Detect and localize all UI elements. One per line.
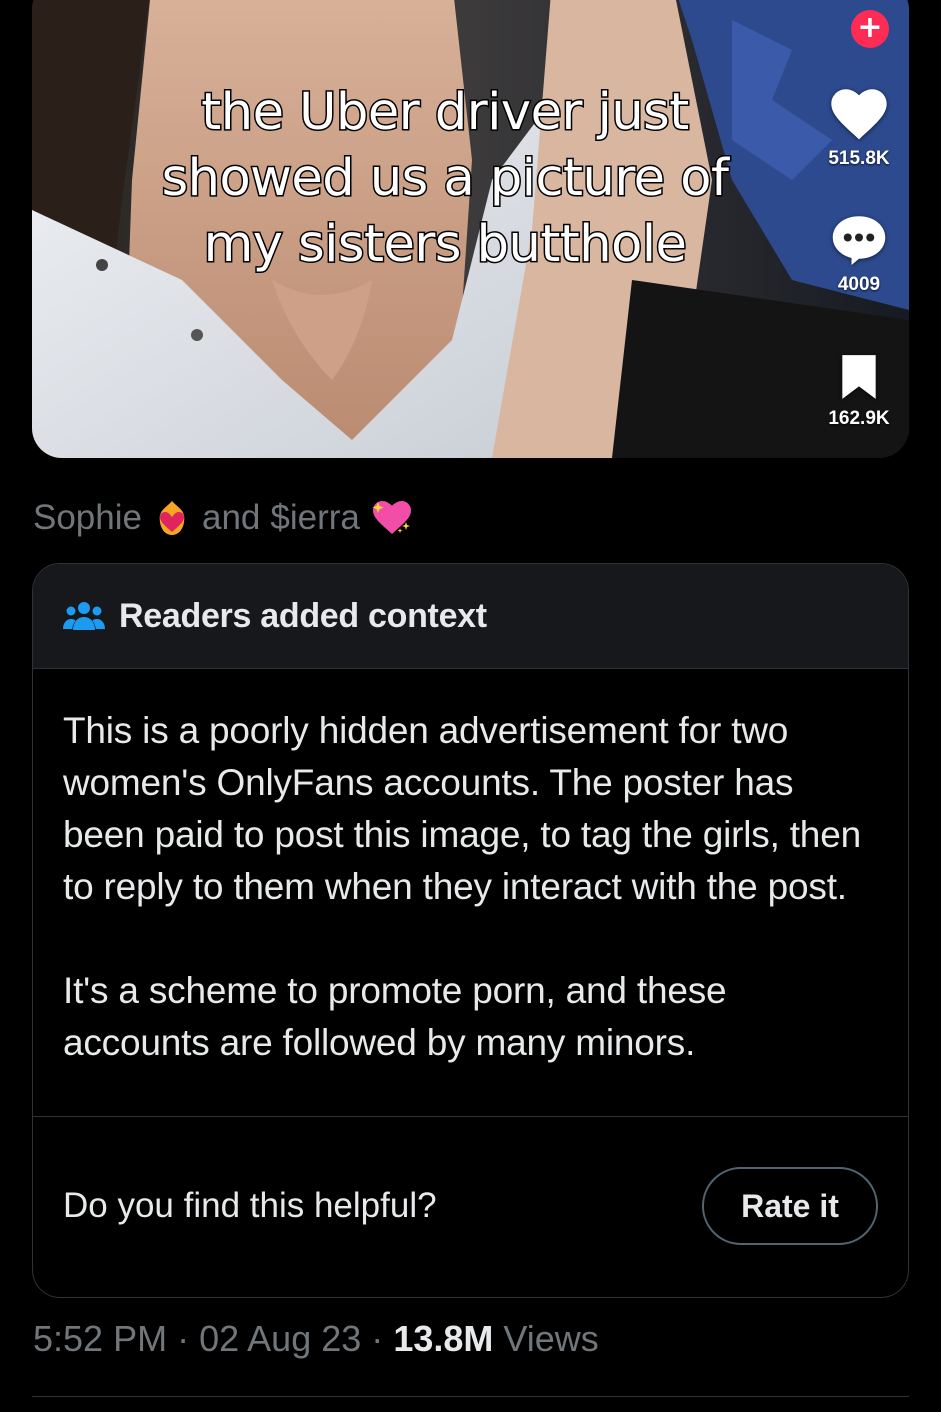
caption-line-3: my sisters butthole	[202, 214, 688, 276]
tweet-detail: the Uber driver just showed us a picture…	[0, 0, 941, 1412]
tag-sierra[interactable]: $ierra	[270, 498, 359, 538]
tag-joiner: and	[201, 498, 261, 537]
people-group-icon	[63, 602, 105, 630]
meta-separator: ·	[371, 1318, 384, 1359]
bookmark-icon	[842, 355, 876, 399]
sparkling-heart-emoji-icon	[372, 501, 411, 534]
views-label: Views	[503, 1318, 599, 1359]
community-note-header: Readers added context	[33, 564, 908, 669]
views-count[interactable]: 13.8M	[393, 1318, 493, 1359]
like-count: 515.8K	[828, 148, 890, 169]
note-paragraph-2: It's a scheme to promote porn, and these…	[63, 970, 727, 1063]
tag-sophie[interactable]: Sophie	[33, 498, 142, 538]
like-button[interactable]: 515.8K	[809, 84, 909, 170]
video-caption: the Uber driver just showed us a picture…	[110, 80, 780, 278]
video-thumbnail[interactable]: the Uber driver just showed us a picture…	[32, 0, 909, 458]
heart-icon	[831, 89, 887, 140]
divider	[32, 1396, 909, 1397]
tagged-accounts: Sophie and $ierra	[33, 498, 414, 538]
comment-count: 4009	[837, 274, 881, 295]
rate-it-button[interactable]: Rate it	[702, 1167, 878, 1245]
tweet-metadata: 5:52 PM · 02 Aug 23 · 13.8M Views	[33, 1318, 599, 1360]
tweet-time[interactable]: 5:52 PM	[33, 1318, 167, 1359]
helpful-question: Do you find this helpful?	[63, 1186, 437, 1225]
note-paragraph-1: This is a poorly hidden advertisement fo…	[63, 710, 861, 907]
tiktok-action-rail: + 515.8K 4009 162.9K	[809, 0, 909, 458]
save-count: 162.9K	[828, 408, 890, 429]
meta-separator: ·	[177, 1318, 190, 1359]
heart-on-fire-emoji-icon	[159, 501, 185, 535]
save-button[interactable]: 162.9K	[809, 352, 909, 430]
community-note-footer: Do you find this helpful? Rate it	[33, 1117, 908, 1295]
follow-plus-icon[interactable]: +	[851, 10, 889, 48]
comment-bubble-icon	[832, 216, 886, 265]
community-note-title: Readers added context	[119, 596, 487, 635]
caption-line-1: the Uber driver just	[200, 82, 691, 144]
community-note-card: Readers added context This is a poorly h…	[32, 563, 909, 1298]
community-note-body: This is a poorly hidden advertisement fo…	[33, 669, 908, 1117]
caption-line-2: showed us a picture of	[160, 148, 730, 210]
tweet-date[interactable]: 02 Aug 23	[199, 1318, 361, 1359]
comment-button[interactable]: 4009	[809, 212, 909, 296]
